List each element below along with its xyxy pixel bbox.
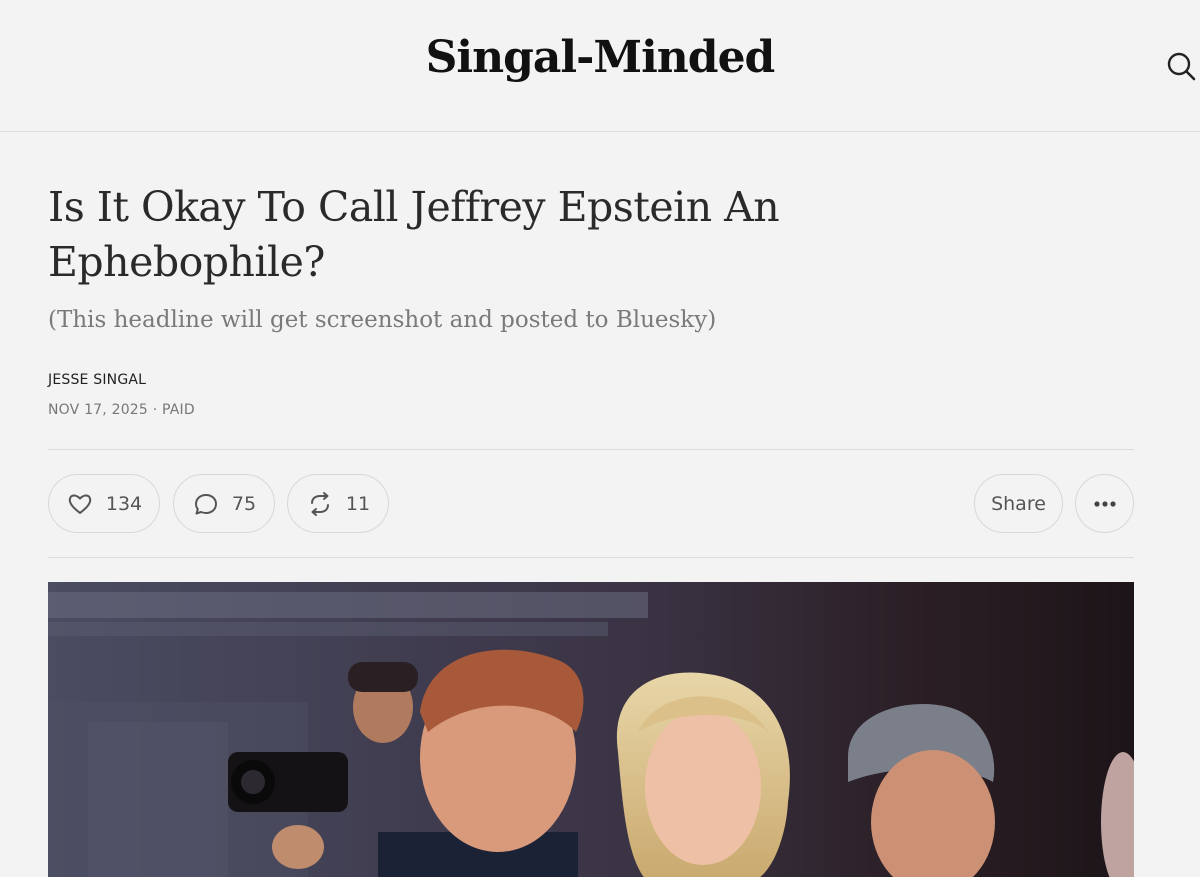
restack-button[interactable]: 11 bbox=[287, 474, 389, 533]
search-button[interactable] bbox=[1162, 46, 1200, 86]
share-button[interactable]: Share bbox=[974, 474, 1063, 533]
like-count: 134 bbox=[105, 492, 143, 515]
divider bbox=[48, 449, 1134, 450]
more-icon bbox=[1093, 500, 1116, 507]
post-meta: NOV 17, 2025 · PAID bbox=[48, 402, 195, 418]
divider bbox=[48, 557, 1134, 558]
post-date: NOV 17, 2025 bbox=[48, 402, 149, 418]
author-name[interactable]: JESSE SINGAL bbox=[48, 372, 146, 388]
comment-count: 75 bbox=[231, 492, 257, 515]
article-subtitle: (This headline will get screenshot and p… bbox=[48, 307, 717, 333]
site-header: Singal-Minded bbox=[0, 0, 1200, 132]
like-button[interactable]: 134 bbox=[48, 474, 160, 533]
site-brand[interactable]: Singal-Minded bbox=[0, 32, 1200, 83]
more-options-button[interactable] bbox=[1075, 474, 1134, 533]
access-label: PAID bbox=[162, 402, 195, 418]
comment-button[interactable]: 75 bbox=[173, 474, 275, 533]
comment-icon bbox=[194, 493, 217, 514]
article-title: Is It Okay To Call Jeffrey Epstein An Ep… bbox=[48, 183, 780, 286]
restack-icon bbox=[310, 491, 329, 516]
hero-image[interactable] bbox=[48, 582, 1134, 877]
heart-icon bbox=[68, 494, 92, 514]
meta-separator: · bbox=[152, 402, 158, 418]
restack-count: 11 bbox=[345, 492, 371, 515]
search-icon bbox=[1167, 52, 1196, 81]
photo-illustration bbox=[48, 582, 1134, 877]
